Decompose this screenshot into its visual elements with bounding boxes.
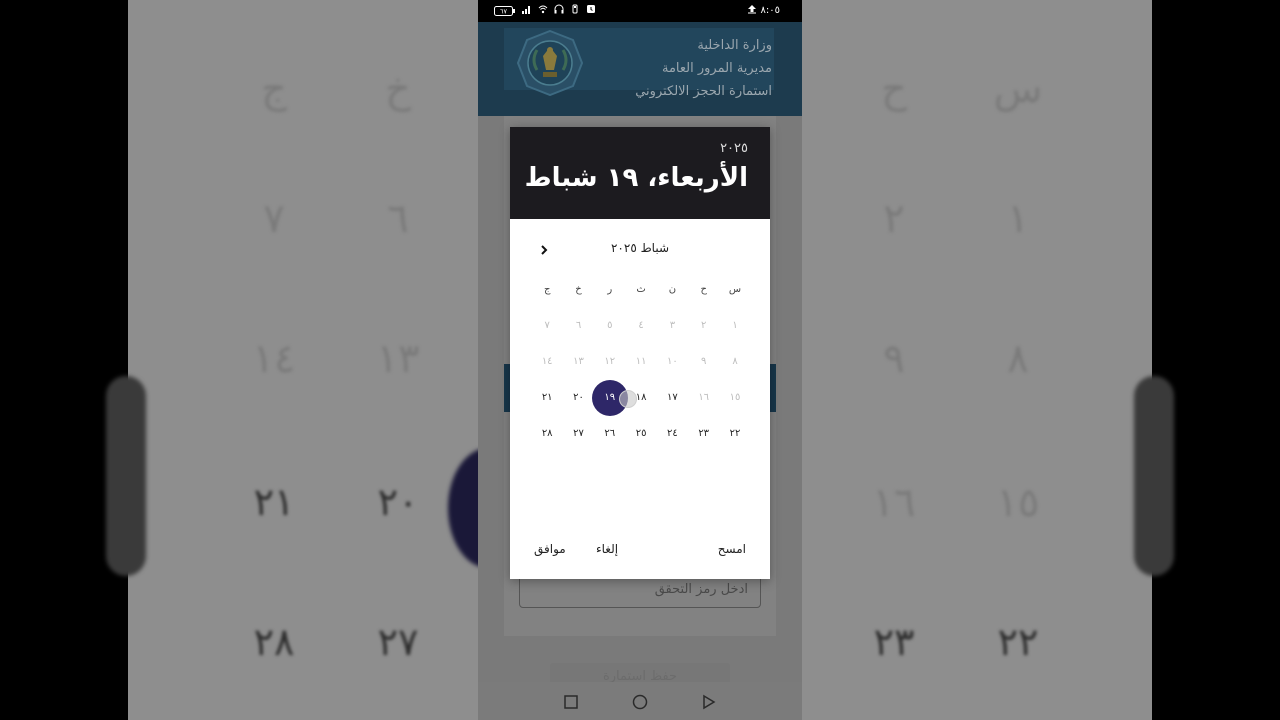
status-bar: ٦٧ ٨:٠٥: [478, 0, 802, 22]
cancel-button[interactable]: إلغاء: [596, 542, 618, 556]
status-right: ٨:٠٥: [747, 4, 780, 17]
weekday-row: سحنثرخج: [531, 272, 751, 308]
bg-glyph: ح: [881, 66, 907, 112]
calendar-day: ١٦: [698, 392, 710, 403]
week-row: ١ ٢ ٣ ٤ ٥ ٦ ٧: [531, 308, 751, 344]
calendar-day: ٣: [669, 320, 676, 331]
ministry-logo-icon: [516, 29, 584, 97]
calendar-day[interactable]: ٢٨: [531, 416, 563, 452]
calendar-day[interactable]: ٢٧: [563, 416, 595, 452]
weekday-label: خ: [575, 284, 582, 295]
calendar-day[interactable]: ٢٠: [563, 380, 595, 416]
calendar-day: ١٤: [541, 356, 553, 367]
svg-text:٦٧: ٦٧: [500, 7, 507, 15]
app-header: وزارة الداخلية مديرية المرور العامة استم…: [478, 22, 802, 116]
bg-glyph: ٨: [1007, 336, 1029, 382]
calendar-day: ٥: [607, 320, 613, 331]
alarm-icon: [586, 4, 596, 17]
selected-year[interactable]: ٢٠٢٥: [720, 141, 748, 156]
bg-glyph: ١٤: [252, 336, 296, 382]
dialog-actions: امسح إلغاء موافق: [510, 539, 770, 563]
bg-glyph: ٢٣: [873, 620, 915, 664]
calendar-day: ١٥: [729, 392, 741, 403]
weekday-label: ر: [607, 284, 613, 295]
right-letterbox: [1152, 0, 1280, 720]
headphones-icon: [554, 4, 564, 17]
calendar-day: ١٢: [604, 356, 616, 367]
back-button[interactable]: [701, 694, 717, 710]
calendar-day: ١٣: [573, 356, 584, 367]
calendar-day[interactable]: ٢٥: [625, 416, 657, 452]
weekday-label: ث: [636, 284, 646, 295]
touch-indicator: [619, 390, 637, 408]
calendar-grid: س ح ن ث ر خ ج ١ ٢ ٣ ٤ ٥ ٦ ٧ ٨ ٩ ١٠ ١١ ١٢ ١٣ ١٤ ١٥ ١٦ ١٧ ١٨ ١٩ ٢٠ ٢١…: [531, 272, 751, 452]
bg-glyph: ١: [1007, 196, 1029, 242]
bg-glyph: ٦: [387, 196, 409, 242]
bg-glyph: ٢: [883, 196, 905, 242]
calendar-day: ٢: [701, 320, 707, 331]
weekday-label: ح: [700, 284, 707, 295]
chevron-left-icon[interactable]: [534, 240, 554, 260]
bg-glyph: ٢١: [253, 480, 295, 524]
header-ministry: وزارة الداخلية: [697, 38, 772, 53]
week-row: ١٥ ١٦ ١٧ ١٨ ١٩ ٢٠ ٢١: [531, 380, 751, 416]
bg-glyph: ١٥: [996, 480, 1040, 526]
calendar-day[interactable]: ٢٢: [719, 416, 751, 452]
calendar-day: ٦: [575, 320, 582, 331]
signal-icon: [522, 4, 532, 17]
week-row: ٨ ٩ ١٠ ١١ ١٢ ١٣ ١٤: [531, 344, 751, 380]
nav-bar: [478, 682, 802, 720]
header-directorate: مديرية المرور العامة: [662, 61, 772, 76]
bg-shape: [1134, 376, 1174, 576]
day-number: ١٩: [604, 392, 616, 403]
bg-glyph: ١٦: [872, 480, 916, 526]
calendar-day[interactable]: ٢٦: [594, 416, 626, 452]
bg-glyph: ٩: [883, 336, 905, 382]
bg-glyph: ج: [261, 66, 287, 112]
clock-time: ٨:٠٥: [760, 5, 780, 16]
calendar-day: ١: [732, 320, 738, 331]
home-button[interactable]: [632, 694, 648, 710]
week-row: ٢٢ ٢٣ ٢٤ ٢٥ ٢٦ ٢٧ ٢٨: [531, 416, 751, 452]
bg-glyph: ١٣: [376, 336, 420, 382]
bg-glyph: ٢٨: [253, 620, 295, 664]
clear-button[interactable]: امسح: [718, 542, 746, 556]
calendar-day: ١١: [635, 356, 647, 367]
calendar-day: ٨: [732, 356, 738, 367]
weekday-label: س: [728, 284, 742, 295]
calendar-day: ١٠: [667, 356, 678, 367]
calendar-day[interactable]: ٢٣: [688, 416, 720, 452]
bg-glyph: ٧: [263, 196, 285, 242]
calendar-day[interactable]: ٢١: [531, 380, 563, 416]
weekday-label: ن: [668, 284, 677, 295]
bg-glyph: ٢٠: [377, 480, 419, 524]
selected-date-label: الأربعاء، ١٩ شباط: [524, 163, 748, 193]
vibrate-icon: [570, 4, 580, 17]
status-left: ٦٧: [494, 4, 596, 17]
battery-icon: ٦٧: [494, 5, 516, 16]
calendar-day: ٤: [638, 320, 644, 331]
bg-glyph: خ: [385, 66, 411, 112]
bg-glyph: س: [993, 66, 1043, 112]
weekday-label: ج: [543, 284, 551, 295]
month-navigation: شباط ٢٠٢٥: [510, 237, 770, 261]
date-picker-header: ٢٠٢٥ الأربعاء، ١٩ شباط: [510, 127, 770, 219]
calendar-day[interactable]: ٢٤: [656, 416, 688, 452]
left-letterbox: [0, 0, 128, 720]
bg-glyph: ٢٧: [377, 620, 419, 664]
bg-shape: [106, 376, 146, 576]
wifi-icon: [538, 4, 548, 17]
calendar-day: ٧: [544, 320, 550, 331]
recents-button[interactable]: [563, 694, 579, 710]
header-form-title: استمارة الحجز الالكتروني: [635, 84, 772, 99]
calendar-day: ٩: [701, 356, 707, 367]
date-picker-dialog: ٢٠٢٥ الأربعاء، ١٩ شباط شباط ٢٠٢٥ سحنثرخج…: [510, 127, 770, 579]
phone-screen: ٦٧ ٨:٠٥ وزارة الداخلية مديرية المرور الع…: [478, 0, 802, 720]
ok-button[interactable]: موافق: [534, 542, 566, 556]
bg-glyph: ٢٢: [997, 620, 1039, 664]
calendar-day[interactable]: ١٧: [656, 380, 688, 416]
upload-icon: [747, 4, 757, 17]
